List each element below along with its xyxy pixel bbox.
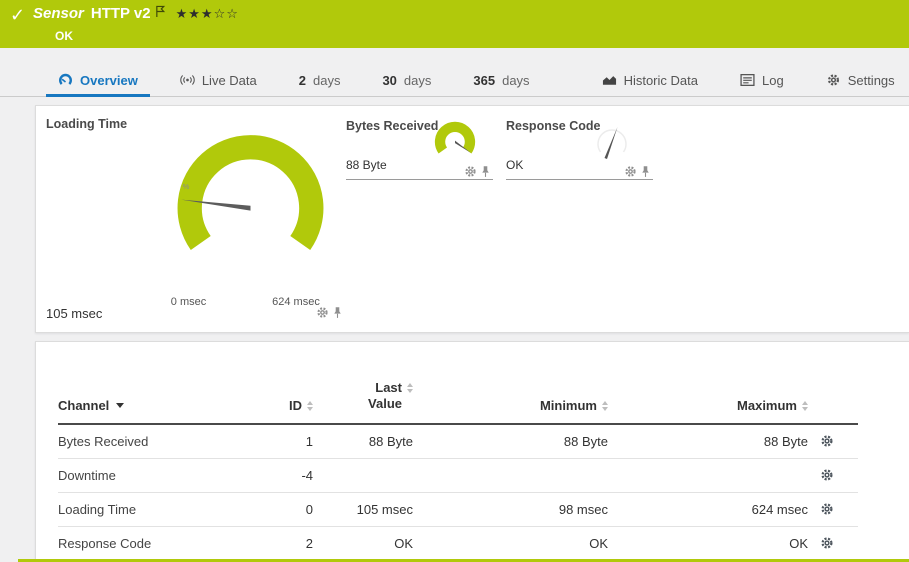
channels-panel: Channel ID Last Value Minimum Maximum: [35, 341, 909, 561]
log-list-icon: [740, 73, 755, 87]
tab-label: Log: [762, 73, 784, 88]
channel-maximum: 88 Byte: [608, 424, 808, 459]
channel-last-value: 105 msec: [313, 492, 413, 526]
sensor-title-prefix: Sensor: [33, 5, 84, 22]
tab-label: days: [404, 73, 431, 88]
favorite-flag-icon[interactable]: [155, 5, 166, 18]
channel-minimum: 98 msec: [413, 492, 608, 526]
gauge-settings-gear-icon[interactable]: [316, 306, 329, 319]
bytes-received-gauge[interactable]: [428, 120, 482, 166]
gauges-panel: Loading Time % 0 msec 624 msec 105 msec …: [35, 105, 909, 333]
sensor-title-name: HTTP v2: [91, 5, 151, 22]
tab-label: Overview: [80, 73, 138, 88]
column-label: ID: [289, 398, 302, 413]
dropdown-caret-icon: [116, 403, 124, 408]
channel-maximum: OK: [608, 526, 808, 560]
column-header-id[interactable]: ID: [208, 380, 313, 424]
tab-label: days: [313, 73, 340, 88]
gauge-settings-gear-icon[interactable]: [624, 165, 637, 178]
channel-last-value: OK: [313, 526, 413, 560]
column-label: Minimum: [540, 398, 597, 413]
table-row[interactable]: Bytes Received 1 88 Byte 88 Byte 88 Byte: [58, 424, 858, 459]
tab-log[interactable]: Log: [728, 66, 796, 97]
column-label: Maximum: [737, 398, 797, 413]
sort-icon: [307, 398, 313, 411]
gauge-settings-gear-icon[interactable]: [464, 165, 477, 178]
tab-overview[interactable]: Overview: [46, 66, 150, 97]
tab-365-days[interactable]: 365 days: [461, 66, 541, 97]
channel-id: 0: [208, 492, 313, 526]
channel-name: Downtime: [58, 458, 208, 492]
tab-day-count: 365: [473, 73, 495, 88]
loading-time-gauge-title: Loading Time: [46, 117, 127, 131]
loading-time-value: 105 msec: [46, 306, 102, 321]
gauge-min-label: 0 msec: [141, 296, 236, 308]
channel-settings-icon[interactable]: [820, 468, 834, 482]
sort-icon: [802, 398, 808, 411]
tab-live-data[interactable]: Live Data: [168, 66, 269, 97]
sensor-header: ✓ Sensor HTTP v2 ★★★☆☆ OK: [0, 0, 909, 48]
channel-name: Bytes Received: [58, 424, 208, 459]
historic-data-chart-icon: [602, 73, 617, 87]
divider: [506, 179, 653, 180]
response-code-gauge[interactable]: [592, 116, 632, 168]
channel-minimum: 88 Byte: [413, 424, 608, 459]
channel-last-value: 88 Byte: [313, 424, 413, 459]
live-data-broadcast-icon: [180, 73, 195, 87]
tab-label: days: [502, 73, 529, 88]
channel-minimum: OK: [413, 526, 608, 560]
column-label: Channel: [58, 398, 109, 413]
table-row[interactable]: Response Code 2 OK OK OK: [58, 526, 858, 560]
sort-icon: [407, 380, 413, 393]
status-check-icon: ✓: [10, 5, 25, 26]
column-header-last-value[interactable]: Last Value: [313, 380, 413, 424]
tab-label: Live Data: [202, 73, 257, 88]
channel-name: Loading Time: [58, 492, 208, 526]
sort-icon: [602, 398, 608, 411]
channel-settings-icon[interactable]: [820, 502, 834, 516]
settings-gear-icon: [826, 73, 841, 87]
response-code-gauge-title: Response Code: [506, 119, 600, 133]
overview-gauge-icon: [58, 73, 73, 87]
gauge-pin-icon[interactable]: [481, 165, 490, 178]
channel-maximum: [608, 458, 808, 492]
gauge-unit-label: %: [183, 182, 190, 191]
channel-id: -4: [208, 458, 313, 492]
channel-maximum: 624 msec: [608, 492, 808, 526]
column-header-maximum[interactable]: Maximum: [608, 380, 808, 424]
bytes-received-gauge-title: Bytes Received: [346, 119, 438, 133]
sensor-status: OK: [55, 29, 73, 43]
divider: [346, 179, 493, 180]
column-header-actions: [808, 380, 858, 424]
tab-label: Settings: [848, 73, 895, 88]
table-row[interactable]: Loading Time 0 105 msec 98 msec 624 msec: [58, 492, 858, 526]
channel-name: Response Code: [58, 526, 208, 560]
tab-day-count: 30: [382, 73, 396, 88]
channel-table: Channel ID Last Value Minimum Maximum: [58, 380, 858, 561]
tab-settings[interactable]: Settings: [814, 66, 907, 97]
table-row[interactable]: Downtime -4: [58, 458, 858, 492]
tab-label: Historic Data: [624, 73, 698, 88]
tab-historic-data[interactable]: Historic Data: [590, 66, 710, 97]
channel-id: 1: [208, 424, 313, 459]
channel-minimum: [413, 458, 608, 492]
tab-30-days[interactable]: 30 days: [370, 66, 443, 97]
channel-settings-icon[interactable]: [820, 536, 834, 550]
column-label: Last Value: [358, 380, 402, 413]
gauge-pin-icon[interactable]: [333, 306, 342, 319]
bytes-received-value: 88 Byte: [346, 158, 387, 172]
channel-settings-icon[interactable]: [820, 434, 834, 448]
column-header-minimum[interactable]: Minimum: [413, 380, 608, 424]
gauge-pin-icon[interactable]: [641, 165, 650, 178]
tab-bar: Overview Live Data 2 days 30 days 365 da…: [0, 66, 909, 97]
priority-stars[interactable]: ★★★☆☆: [176, 6, 239, 22]
tab-day-count: 2: [299, 73, 306, 88]
channel-last-value: [313, 458, 413, 492]
tab-2-days[interactable]: 2 days: [287, 66, 353, 97]
loading-time-gauge[interactable]: %: [148, 122, 353, 274]
channel-id: 2: [208, 526, 313, 560]
column-header-channel[interactable]: Channel: [58, 380, 208, 424]
response-code-value: OK: [506, 158, 523, 172]
